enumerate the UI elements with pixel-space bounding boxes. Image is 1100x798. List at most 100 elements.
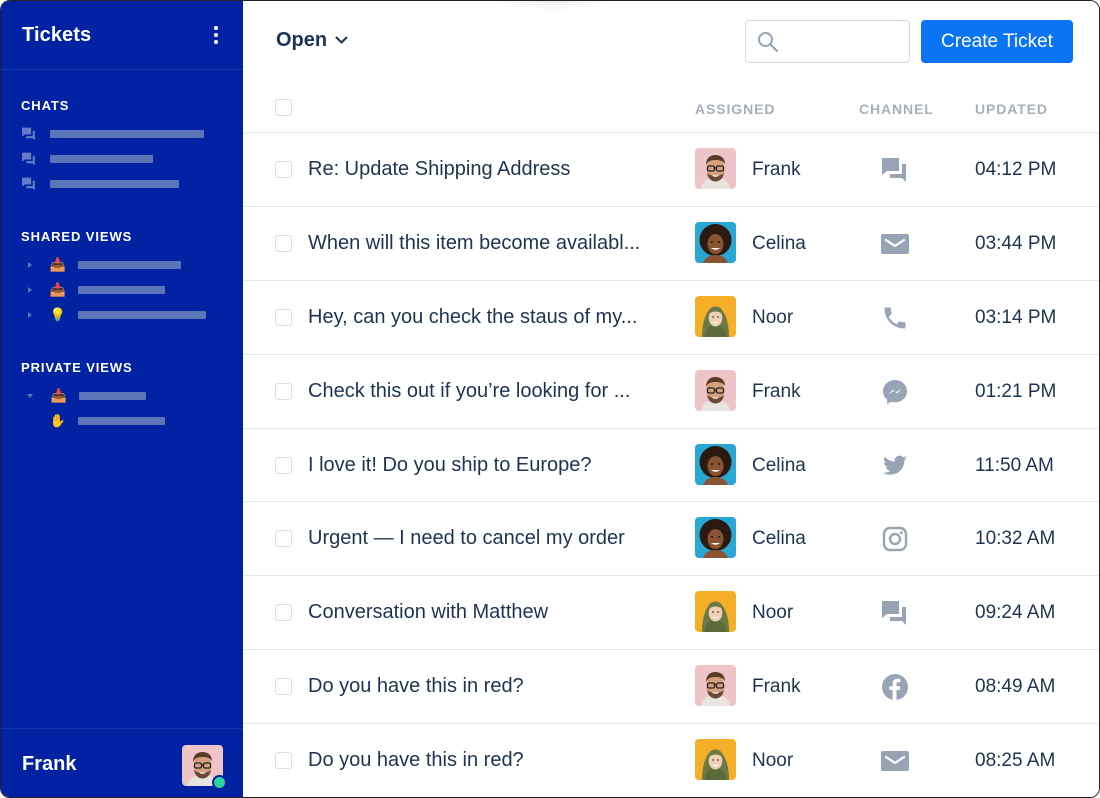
assignee-avatar (695, 148, 736, 189)
row-checkbox[interactable] (275, 678, 292, 696)
updated-time: 01:21 PM (975, 380, 1057, 402)
sidebar-section-title: PRIVATE VIEWS (21, 360, 133, 375)
sidebar-item[interactable] (21, 146, 204, 171)
view-filter-label: Open (276, 29, 328, 51)
ticket-row[interactable]: Check this out if you’re looking for ...… (243, 355, 1099, 429)
online-status-indicator (212, 774, 227, 790)
view-filter-dropdown[interactable]: Open (276, 29, 348, 52)
caret-down-icon[interactable] (27, 393, 33, 398)
ticket-subject[interactable]: I love it! Do you ship to Europe? (308, 429, 592, 502)
updated-time: 10:32 AM (975, 528, 1056, 550)
assignee-name: Celina (752, 528, 806, 550)
instagram-channel-icon (880, 524, 910, 554)
tickets-app: Tickets CHATS SHARED VIEWS 📥 📥 💡 PRIVATE VIEW… (0, 0, 1100, 798)
updated-time: 03:44 PM (975, 232, 1057, 254)
ticket-subject[interactable]: Do you have this in red? (308, 650, 524, 723)
search-icon (758, 31, 779, 52)
sidebar-item[interactable]: 💡 (21, 302, 206, 327)
updated-time: 04:12 PM (975, 159, 1057, 180)
sidebar-item-label-placeholder (78, 260, 181, 269)
table-header: ASSIGNED CHANNEL UPDATED (243, 85, 1099, 133)
chat-bubbles-icon (21, 176, 37, 192)
column-header-channel[interactable]: CHANNEL (859, 101, 934, 117)
ticket-list-panel: Open Create Ticket ASSIGNED CHANNEL UPDA… (243, 1, 1099, 797)
chat-channel-icon (880, 598, 910, 628)
ticket-subject[interactable]: Conversation with Matthew (308, 576, 548, 649)
sidebar-section-shared-views: SHARED VIEWS 📥 📥 💡 (1, 229, 206, 327)
sidebar-section-private-views: PRIVATE VIEWS 📥 ✋ (1, 360, 165, 433)
ticket-row[interactable]: Do you have this in red? Noor 08:25 AM (243, 724, 1099, 797)
ticket-subject[interactable]: Urgent — I need to cancel my order (308, 502, 625, 575)
search-field[interactable] (745, 20, 910, 63)
sidebar-header: Tickets (1, 1, 243, 70)
assignee-avatar (695, 739, 736, 781)
sidebar-item[interactable]: 📥 (21, 383, 165, 408)
assignee-avatar (695, 591, 736, 633)
ticket-row[interactable]: Conversation with Matthew Noor 09:24 AM (243, 576, 1099, 651)
toolbar: Open Create Ticket (243, 1, 1099, 85)
search-input[interactable] (787, 33, 897, 50)
inbox-tray-icon: 📥 (49, 282, 67, 297)
ticket-row[interactable]: Do you have this in red? Frank 08:49 AM (243, 650, 1099, 725)
current-user-avatar[interactable] (182, 744, 227, 790)
inbox-tray-icon: 📥 (49, 257, 67, 272)
assignee-name: Celina (752, 232, 806, 254)
facebook-channel-icon (880, 672, 910, 702)
row-checkbox[interactable] (275, 161, 292, 178)
sidebar-item-label-placeholder (78, 416, 165, 425)
assignee-name: Frank (752, 159, 801, 180)
updated-time: 03:14 PM (975, 306, 1057, 328)
sidebar-section-title: SHARED VIEWS (21, 229, 133, 244)
ticket-subject[interactable]: Check this out if you’re looking for ... (308, 355, 630, 428)
column-header-updated[interactable]: UPDATED (975, 101, 1048, 117)
assignee-name: Frank (752, 676, 801, 698)
ticket-row[interactable]: Urgent — I need to cancel my order Celin… (243, 502, 1099, 577)
ticket-subject[interactable]: Re: Update Shipping Address (308, 133, 570, 206)
assignee-name: Frank (752, 380, 801, 402)
assignee-name: Noor (752, 306, 794, 328)
light-bulb-icon: 💡 (49, 307, 67, 322)
ticket-subject[interactable]: When will this item become availabl... (308, 207, 640, 280)
email-channel-icon (880, 746, 910, 776)
chat-channel-icon (880, 155, 910, 185)
assignee-name: Celina (752, 454, 806, 476)
row-checkbox[interactable] (275, 604, 292, 622)
sidebar-item[interactable]: ✋ (21, 408, 165, 433)
sidebar-item[interactable] (21, 171, 204, 196)
column-header-assigned[interactable]: ASSIGNED (695, 101, 775, 117)
caret-right-icon[interactable] (28, 311, 32, 318)
row-checkbox[interactable] (275, 752, 292, 770)
kebab-menu-icon[interactable] (209, 23, 223, 47)
caret-right-icon[interactable] (28, 261, 32, 268)
messenger-channel-icon (880, 377, 910, 407)
create-ticket-button[interactable]: Create Ticket (921, 20, 1073, 63)
chat-bubbles-icon (21, 151, 37, 167)
assignee-avatar (695, 443, 736, 485)
sidebar-item[interactable]: 📥 (21, 252, 206, 277)
row-checkbox[interactable] (275, 456, 292, 474)
assignee-avatar (695, 369, 736, 411)
sidebar-section-title: CHATS (21, 98, 70, 113)
sidebar-item-label-placeholder (78, 310, 206, 319)
sidebar-item-label-placeholder (50, 179, 179, 188)
row-checkbox[interactable] (275, 308, 292, 326)
ticket-subject[interactable]: Hey, can you check the staus of my... (308, 281, 637, 354)
ticket-rows: Re: Update Shipping Address Frank 04:12 … (243, 133, 1099, 797)
sidebar-item[interactable] (21, 121, 204, 146)
row-checkbox[interactable] (275, 530, 292, 548)
ticket-row[interactable]: When will this item become availabl... C… (243, 207, 1099, 281)
ticket-subject[interactable]: Do you have this in red? (308, 724, 524, 797)
sidebar-item[interactable]: 📥 (21, 277, 206, 302)
ticket-row[interactable]: Re: Update Shipping Address Frank 04:12 … (243, 133, 1099, 207)
assignee-avatar (695, 665, 736, 707)
row-checkbox[interactable] (275, 234, 292, 252)
sidebar-item-label-placeholder (78, 285, 165, 294)
select-all-checkbox[interactable] (275, 99, 292, 116)
updated-time: 08:25 AM (975, 750, 1056, 772)
sidebar-section-chats: CHATS (1, 98, 204, 196)
ticket-row[interactable]: Hey, can you check the staus of my... No… (243, 281, 1099, 355)
ticket-row[interactable]: I love it! Do you ship to Europe? Celina… (243, 429, 1099, 503)
sidebar-footer: Frank (1, 728, 243, 797)
row-checkbox[interactable] (275, 382, 292, 400)
caret-right-icon[interactable] (28, 286, 32, 293)
